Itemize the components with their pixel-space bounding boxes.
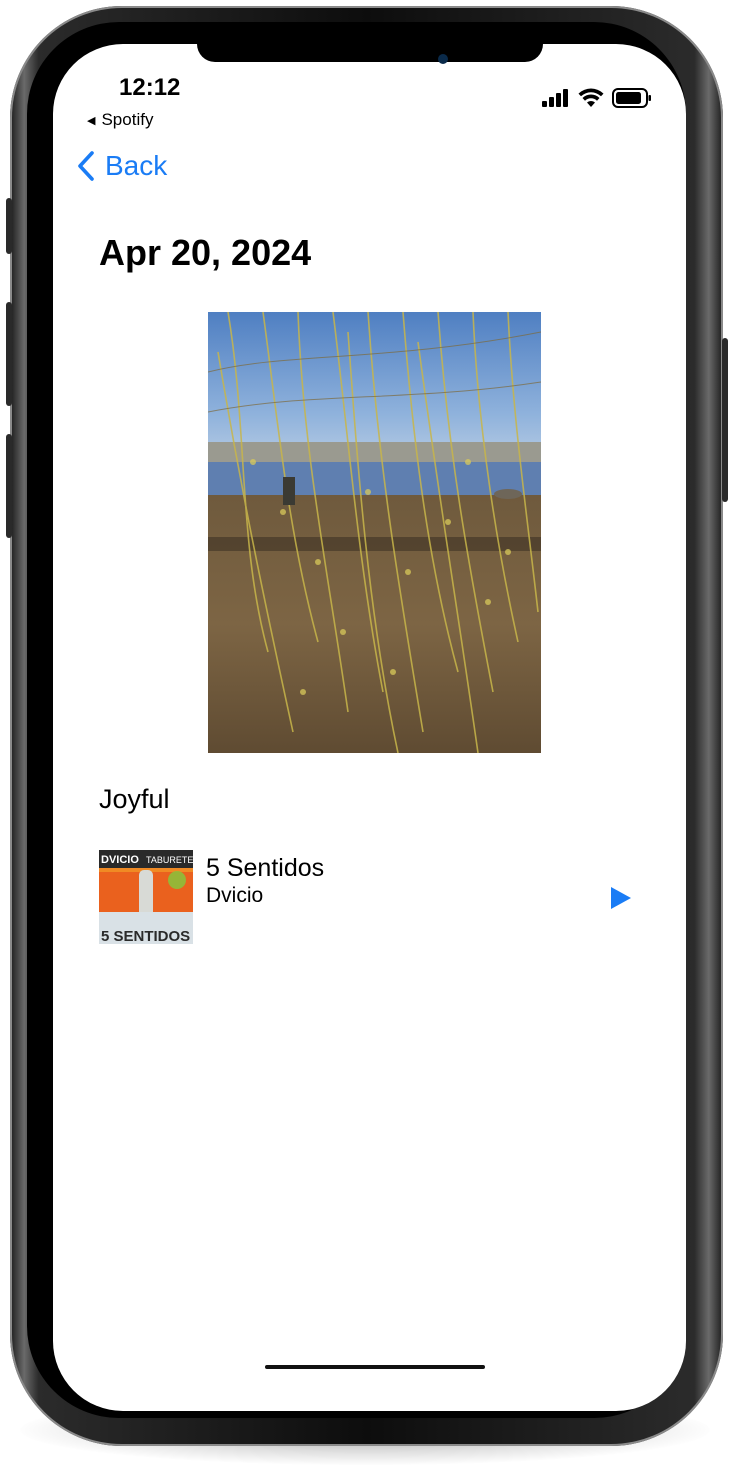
album-art: DVICIO TABURETE 5 SENTIDOS [99,850,193,944]
back-button[interactable]: Back [77,150,167,182]
back-app-label: Spotify [101,110,154,129]
play-button[interactable] [609,886,633,910]
side-button-power [722,338,728,502]
track-artist: Dvicio [206,884,264,907]
art-text-taburete: TABURETE [146,855,193,865]
art-text-5-sentidos: 5 SENTIDOS [101,928,190,944]
entry-date-title: Apr 20, 2024 [99,232,312,273]
art-text-dvicio: DVICIO [101,854,139,866]
status-time: 12:12 [119,74,181,101]
side-button-volume-up [6,302,12,406]
play-icon [611,887,631,909]
back-to-app-link[interactable]: ◀ Spotify [87,110,153,130]
back-triangle-icon: ◀ [87,114,96,127]
track-row[interactable]: DVICIO TABURETE 5 SENTIDOS 5 Sentidos Dv… [99,850,639,945]
track-title: 5 Sentidos [206,854,325,882]
mood-label: Joyful [99,784,170,814]
photo-image [208,312,541,753]
notch [197,44,543,62]
back-button-label: Back [105,150,168,181]
wifi-icon [578,88,604,107]
status-icons [542,88,652,108]
cellular-signal-icon [542,89,568,107]
side-button-silent [6,198,12,254]
album-art-image: DVICIO TABURETE 5 SENTIDOS [99,850,193,944]
chevron-left-icon [78,151,94,181]
front-camera [438,54,448,64]
screen: 12:12 ◀ Spotify Back Apr 20, 2024 Joyful… [53,44,686,1411]
battery-icon [612,88,651,108]
entry-photo[interactable] [208,312,541,753]
home-indicator[interactable] [265,1365,485,1369]
side-button-volume-down [6,434,12,538]
